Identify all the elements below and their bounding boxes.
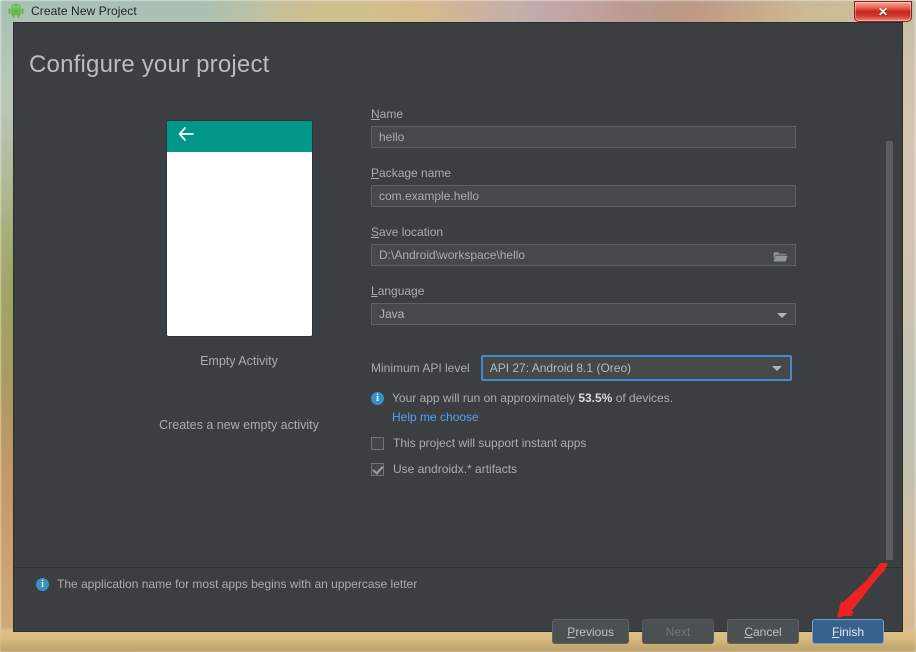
min-api-level-selected-value: API 27: Android 8.1 (Oreo)	[489, 361, 632, 375]
previous-button[interactable]: Previous	[552, 619, 629, 644]
window-title: Create New Project	[31, 3, 137, 18]
preview-appbar	[166, 121, 312, 152]
device-coverage-info: i Your app will run on approximately 53.…	[371, 391, 821, 405]
chevron-down-icon	[771, 366, 782, 371]
name-input-value: hello	[379, 130, 405, 144]
info-icon: i	[371, 392, 384, 405]
name-field-block: Name hello	[371, 107, 821, 148]
language-selected-value: Java	[379, 307, 405, 321]
package-name-input[interactable]: com.example.hello	[371, 185, 796, 207]
page-title: Configure your project	[29, 51, 270, 78]
next-button: Next	[642, 619, 714, 644]
androidx-checkbox-label: Use androidx.* artifacts	[393, 462, 518, 476]
android-robot-icon	[8, 2, 24, 18]
create-new-project-window: Create New Project ✕ Configure your proj…	[0, 0, 916, 644]
save-location-input[interactable]: D:\Android\workspace\hello	[371, 244, 796, 266]
save-location-field-block: Save location D:\Android\workspace\hello	[371, 225, 821, 266]
coverage-suffix: of devices.	[612, 391, 674, 405]
chevron-down-icon	[777, 313, 787, 318]
finish-button[interactable]: Finish	[812, 619, 884, 644]
min-api-level-label: Minimum API level	[371, 361, 470, 375]
template-preview-panel: Empty Activity Creates a new empty activ…	[114, 121, 364, 432]
footer-divider	[14, 567, 902, 568]
coverage-percent: 53.5%	[578, 391, 613, 405]
save-location-input-value: D:\Android\workspace\hello	[379, 248, 526, 262]
instant-apps-checkbox[interactable]	[371, 436, 384, 450]
language-field-block: Language Java	[371, 284, 821, 325]
min-api-level-dropdown[interactable]: API 27: Android 8.1 (Oreo)	[480, 355, 792, 381]
package-name-label: Package name	[371, 166, 452, 180]
cancel-button[interactable]: Cancel	[727, 619, 799, 644]
content-scrollbar-thumb[interactable]	[886, 141, 893, 560]
instant-apps-checkbox-row[interactable]: This project will support instant apps	[371, 436, 821, 450]
name-input[interactable]: hello	[371, 126, 796, 148]
arrow-left-icon	[178, 127, 195, 146]
close-icon: ✕	[877, 4, 889, 19]
status-message: The application name for most apps begin…	[57, 577, 418, 591]
status-bar: i The application name for most apps beg…	[36, 577, 417, 591]
close-button[interactable]: ✕	[854, 1, 912, 22]
language-dropdown[interactable]: Java	[371, 303, 796, 325]
min-api-level-row: Minimum API level API 27: Android 8.1 (O…	[371, 355, 821, 381]
androidx-checkbox-row[interactable]: Use androidx.* artifacts	[371, 462, 821, 476]
template-description-label: Creates a new empty activity	[159, 418, 319, 432]
dialog-body: Configure your project Empty Activity Cr…	[13, 22, 903, 644]
phone-preview-image	[166, 121, 312, 336]
package-name-field-block: Package name com.example.hello	[371, 166, 821, 207]
save-location-label: Save location	[371, 225, 444, 239]
package-name-input-value: com.example.hello	[379, 189, 480, 203]
project-config-form: Name hello Package name com.example.hell…	[371, 107, 821, 476]
instant-apps-checkbox-label: This project will support instant apps	[393, 436, 587, 450]
window-titlebar[interactable]: Create New Project ✕	[0, 0, 916, 22]
androidx-checkbox[interactable]	[371, 462, 384, 476]
help-me-choose-link[interactable]: Help me choose	[392, 410, 821, 424]
language-label: Language	[371, 284, 425, 298]
template-name-label: Empty Activity	[200, 354, 278, 368]
scrollable-content: Empty Activity Creates a new empty activ…	[14, 107, 902, 566]
name-label: Name	[371, 107, 404, 121]
coverage-prefix: Your app will run on approximately	[392, 391, 579, 405]
next-button-label: Next	[665, 624, 691, 639]
preview-content-body	[166, 152, 312, 336]
device-coverage-text: Your app will run on approximately 53.5%…	[392, 391, 673, 405]
folder-open-icon[interactable]	[773, 249, 788, 269]
dialog-button-bar: Previous Next Cancel Finish	[552, 619, 884, 644]
info-icon: i	[36, 578, 49, 591]
